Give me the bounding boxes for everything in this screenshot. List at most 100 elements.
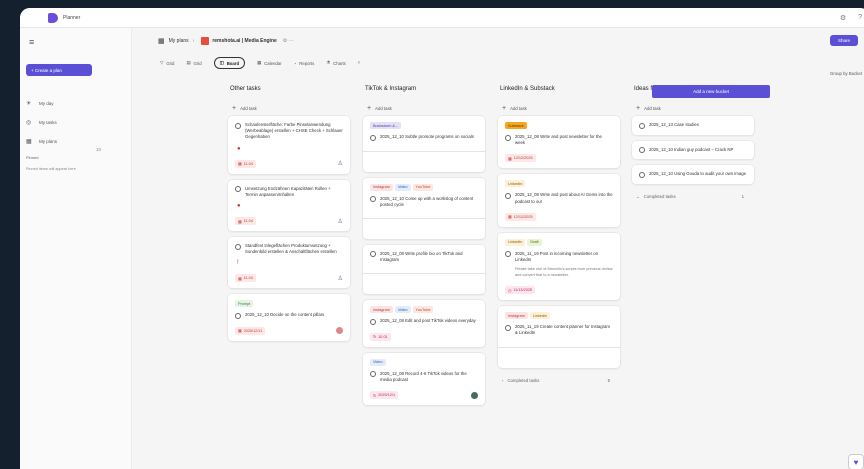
task-card[interactable]: Umsetzung Endzähnen Kapazitäten Rollen +… (228, 179, 350, 232)
task-title: 2025_12_08 Write profile bio on TikTok a… (380, 250, 463, 263)
view-board[interactable]: ◫ Board (213, 57, 246, 69)
task-card[interactable]: LinkedIn 2025_12_08 Write and post about… (498, 174, 620, 227)
task-card[interactable]: Instagram Video YouTube 2025_12_10 Come … (363, 177, 485, 239)
bucket-title[interactable]: LinkedIn & Substack (498, 86, 620, 100)
add-task-button[interactable]: + Add task (363, 100, 485, 116)
add-task-button[interactable]: + Add task (498, 100, 620, 116)
add-task-button[interactable]: + Add task (228, 100, 350, 116)
nav-item-my-tasks[interactable]: ◎ My tasks (26, 119, 57, 126)
label-chip: Prompt (235, 300, 254, 308)
assign-icon[interactable]: ♙ (338, 218, 343, 225)
view-charts[interactable]: ⚗ Charts (326, 60, 346, 66)
view-reports[interactable]: ◔ Reports (294, 61, 315, 66)
view-grid[interactable]: ▤ Grid (186, 60, 201, 66)
reports-icon: ◔ (293, 60, 297, 66)
pinned-hint: Pinned items will appear here (26, 167, 76, 171)
task-card[interactable]: 2025_12_08 Write profile bio on TikTok a… (363, 244, 485, 295)
due-date-badge: ◷ 11/13/2025 (505, 286, 536, 295)
plan-title[interactable]: remshota.ai | Media Engine (212, 38, 276, 44)
due-date-badge: ▦ 12/12/2025 (505, 154, 536, 163)
group-by-selector[interactable]: Group by Bucket (830, 71, 862, 76)
task-title: 2025_12_10 Using Gouda to audit your own… (649, 171, 746, 176)
task-card[interactable]: 2025_12_10 Indian guy podcast – Crack NP (632, 140, 754, 159)
complete-checkbox[interactable] (505, 134, 511, 141)
completed-tasks-toggle[interactable]: › Completed tasks 5 (498, 374, 620, 387)
label-chip: Instagram (370, 183, 393, 191)
task-title: 2025_12_10 Come up with a workslog of co… (380, 195, 474, 207)
complete-checkbox[interactable] (639, 122, 645, 129)
task-card[interactable]: LinkedIn Draft 2025_11_19 Post in incomi… (498, 232, 620, 301)
avatar[interactable] (336, 327, 343, 335)
view-more[interactable]: ▿ (358, 60, 360, 66)
view-label: Grid (166, 60, 175, 66)
task-title: 2025_12_08 Write and post about AI Gems … (515, 192, 613, 204)
app-window: Planner ⚙ ? ≡ + Create a plan ☀ My day ◎… (20, 8, 864, 469)
bucket-title[interactable]: TikTok & Instagram (363, 86, 485, 100)
plan-settings-icon[interactable]: ⚙ ··· (283, 38, 294, 44)
task-card[interactable]: 2025_12_10 Using Gouda to audit your own… (632, 165, 754, 184)
task-title: 2025_11_19 Post in incoming newsletter o… (515, 250, 599, 263)
complete-checkbox[interactable] (505, 192, 511, 199)
add-bucket-button[interactable]: Add a new bucket (652, 85, 770, 98)
complete-checkbox[interactable] (370, 134, 376, 141)
complete-checkbox[interactable] (235, 186, 241, 193)
complete-checkbox[interactable] (639, 171, 645, 178)
bucket-title[interactable]: Other tasks (228, 86, 350, 100)
share-button[interactable]: Share (830, 35, 858, 46)
task-card[interactable]: Substack 2025_12_08 Write and post newsl… (498, 116, 620, 169)
avatar[interactable] (471, 391, 478, 399)
copilot-icon[interactable]: ♥ (848, 454, 864, 469)
plans-icon: ▦ (26, 139, 32, 145)
grid-icon: ▤ (186, 60, 191, 65)
complete-checkbox[interactable] (235, 122, 241, 129)
task-title: 2025_12_08 Write and post newsletter for… (515, 134, 602, 146)
view-calendar[interactable]: ▦ Calendar (257, 60, 282, 66)
label-chip: YouTube (412, 183, 434, 191)
nav-item-my-plans[interactable]: ▦ My plans (26, 138, 57, 145)
task-card[interactable]: Schaufensterfläche: Farbe Pinselanwendun… (228, 116, 350, 174)
assign-icon[interactable]: ♙ (338, 275, 343, 282)
add-task-button[interactable]: + Add task (632, 100, 754, 116)
assign-icon[interactable]: ♙ (338, 160, 343, 167)
view-filter[interactable]: ▽ Grid (160, 60, 174, 66)
breadcrumb-root[interactable]: My plans (169, 38, 189, 44)
menu-icon[interactable]: ≡ (29, 37, 34, 47)
add-task-label: Add task (240, 105, 257, 111)
nav-item-my-day[interactable]: ☀ My day (26, 100, 54, 107)
repeat-icon: ↻ (373, 335, 377, 340)
plus-icon: + (232, 104, 237, 112)
calendar-icon: ▦ (508, 156, 512, 161)
label-chip: Brainstorm &... (370, 122, 402, 129)
calendar-icon: ▦ (238, 329, 242, 334)
task-card[interactable]: Instagram Linkedin 2025_11_19 Create con… (498, 306, 620, 368)
complete-checkbox[interactable] (235, 312, 241, 319)
nav-item-label: My day (39, 101, 54, 106)
complete-checkbox[interactable] (505, 251, 511, 258)
complete-checkbox[interactable] (505, 324, 511, 331)
completed-label: Completed tasks (507, 377, 540, 383)
completed-tasks-toggle[interactable]: ⌄ Completed tasks 1 (632, 190, 754, 204)
complete-checkbox[interactable] (370, 196, 376, 202)
due-date: 10.01 (378, 334, 388, 339)
task-card[interactable]: Prompt 2025_12_10 Decide on the content … (228, 294, 350, 341)
app-name: Planner (63, 14, 81, 21)
label-chip: Instagram (505, 312, 528, 320)
planner-logo-icon (48, 12, 58, 23)
task-card[interactable]: Instagram Video YouTube 2025_12_08 Edit … (363, 300, 485, 347)
complete-checkbox[interactable] (370, 318, 376, 325)
complete-checkbox[interactable] (235, 243, 241, 250)
due-date-badge: ↻ 10.01 (370, 332, 391, 341)
priority-icon: ! (237, 260, 239, 267)
task-card[interactable]: Brainstorm &... 2025_12_10 Subtle promot… (363, 116, 485, 172)
task-card[interactable]: 2025_12_13 Case studies (632, 116, 754, 135)
task-card[interactable]: Standfest Inlegeflächen Produktumsetzung… (228, 237, 350, 289)
task-card[interactable]: Video 2025_12_08 Record 4-6 TikTok video… (363, 352, 485, 406)
complete-checkbox[interactable] (370, 371, 376, 378)
create-plan-button[interactable]: + Create a plan (26, 64, 92, 76)
complete-checkbox[interactable] (639, 147, 645, 153)
settings-icon[interactable]: ⚙ (840, 14, 846, 22)
filter-icon: ▽ (160, 60, 164, 65)
help-icon[interactable]: ? (858, 14, 862, 22)
completed-label: Completed tasks (643, 194, 676, 199)
complete-checkbox[interactable] (370, 251, 376, 258)
